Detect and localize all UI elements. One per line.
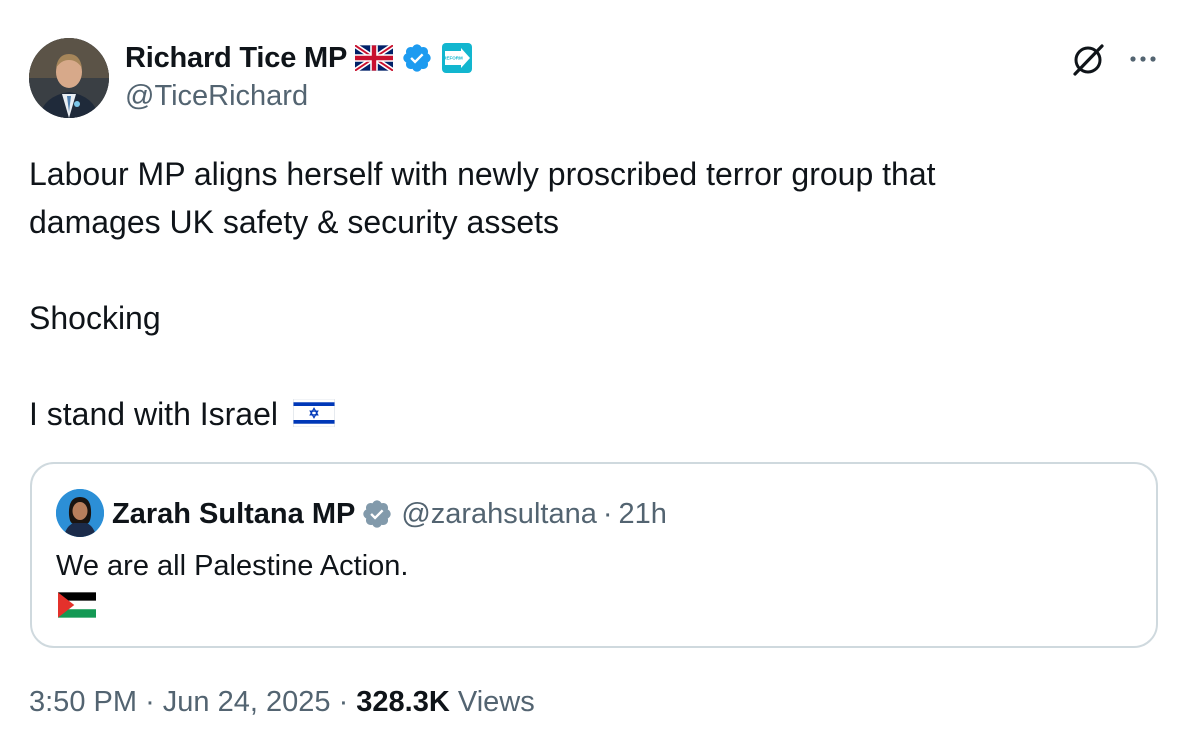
author-handle[interactable]: @TiceRichard — [125, 80, 308, 113]
verified-gray-badge-icon[interactable] — [361, 498, 393, 530]
tweet-line-with-emoji: I stand with Israel — [29, 390, 1149, 438]
quoted-separator: · — [602, 497, 613, 530]
palestine-flag-icon — [58, 592, 96, 618]
tweet-line: damages UK safety & security assets — [29, 204, 559, 240]
tweet-text: Labour MP aligns herself with newly pros… — [29, 150, 1149, 438]
author-name-row: Richard Tice MP REFORM — [125, 40, 473, 76]
tweet-line: I stand with Israel — [29, 396, 278, 432]
quoted-author-avatar[interactable] — [56, 489, 104, 537]
author-display-name[interactable]: Richard Tice MP — [125, 42, 347, 75]
post-date[interactable]: Jun 24, 2025 — [163, 686, 331, 718]
quoted-text: We are all Palestine Action. — [56, 550, 409, 582]
quoted-time[interactable]: 21h — [619, 498, 667, 531]
tweet-footer: 3:50 PM · Jun 24, 2025 · 328.3K Views — [29, 686, 535, 719]
footer-separator: · — [145, 686, 155, 718]
views-count[interactable]: 328.3K — [356, 686, 450, 718]
reform-uk-logo-icon[interactable]: REFORM — [441, 42, 473, 74]
tweet: Richard Tice MP REFORM @TiceRichard Labo… — [0, 0, 1194, 738]
more-options-icon[interactable] — [1126, 45, 1160, 73]
israel-flag-icon — [292, 399, 335, 427]
quoted-tweet-card[interactable]: Zarah Sultana MP @zarahsultana · 21h We … — [30, 462, 1158, 648]
grok-icon[interactable] — [1069, 41, 1107, 79]
footer-separator: · — [338, 686, 349, 718]
views-label[interactable]: Views — [458, 686, 535, 718]
uk-flag-icon — [355, 45, 394, 71]
author-avatar[interactable] — [29, 38, 109, 118]
quoted-header: Zarah Sultana MP @zarahsultana · 21h — [112, 494, 667, 534]
quoted-display-name[interactable]: Zarah Sultana MP — [112, 498, 355, 531]
verified-badge-icon[interactable] — [401, 42, 433, 74]
tweet-line: Labour MP aligns herself with newly pros… — [29, 156, 936, 192]
tweet-line: Shocking — [29, 300, 161, 336]
quoted-handle[interactable]: @zarahsultana — [401, 498, 597, 531]
svg-text:REFORM: REFORM — [443, 56, 463, 61]
post-time[interactable]: 3:50 PM — [29, 686, 137, 718]
